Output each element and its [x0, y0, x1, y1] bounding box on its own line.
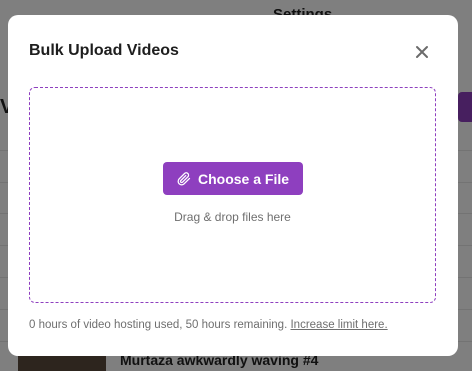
close-button[interactable] [412, 42, 432, 62]
choose-file-button[interactable]: Choose a File [163, 162, 303, 195]
close-icon [416, 46, 428, 58]
bulk-upload-modal: Bulk Upload Videos Choose a File Drag & … [8, 15, 458, 356]
drag-drop-hint: Drag & drop files here [174, 210, 291, 224]
choose-file-label: Choose a File [197, 170, 290, 187]
increase-limit-link[interactable]: Increase limit here. [290, 319, 387, 331]
usage-footer: 0 hours of video hosting used, 50 hours … [29, 319, 388, 331]
file-dropzone[interactable]: Choose a File Drag & drop files here [29, 87, 436, 303]
paperclip-icon [177, 171, 191, 185]
modal-title: Bulk Upload Videos [29, 42, 179, 59]
usage-text: 0 hours of video hosting used, 50 hours … [29, 319, 288, 331]
